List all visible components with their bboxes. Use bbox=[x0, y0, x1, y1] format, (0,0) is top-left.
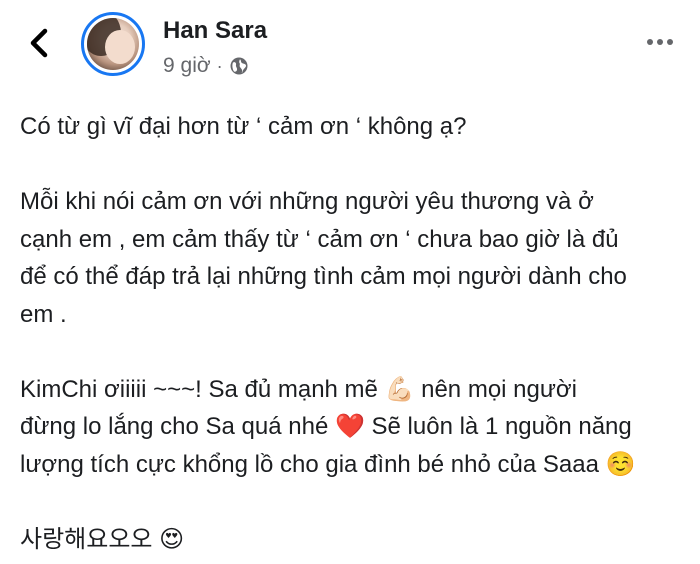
author-name[interactable]: Han Sara bbox=[163, 17, 267, 45]
post-header: Han Sara 9 giờ · bbox=[0, 0, 700, 100]
more-options-button[interactable] bbox=[640, 30, 680, 54]
avatar-photo bbox=[87, 18, 139, 70]
post-paragraph: Mỗi khi nói cảm ơn với những người yêu t… bbox=[20, 188, 627, 328]
back-arrow-icon bbox=[30, 28, 48, 58]
post-paragraph: 사랑해요오오 😍 bbox=[20, 525, 185, 553]
more-options-icon-dot bbox=[657, 39, 663, 45]
more-options-icon-dot bbox=[667, 39, 673, 45]
back-button[interactable] bbox=[22, 26, 56, 60]
meta-separator: · bbox=[216, 55, 223, 76]
avatar[interactable] bbox=[81, 12, 145, 76]
post-paragraph: Có từ gì vĩ đại hơn từ ‘ cảm ơn ‘ không … bbox=[20, 113, 467, 140]
post-text: Có từ gì vĩ đại hơn từ ‘ cảm ơn ‘ không … bbox=[20, 108, 685, 558]
post-paragraph: KimChi ơiiiii ~~~! Sa đủ mạnh mẽ 💪🏻 nên … bbox=[20, 375, 636, 478]
post-meta: 9 giờ · bbox=[163, 54, 249, 78]
post-timestamp[interactable]: 9 giờ bbox=[163, 54, 211, 78]
globe-icon[interactable] bbox=[229, 56, 249, 76]
more-options-icon-dot bbox=[647, 39, 653, 45]
